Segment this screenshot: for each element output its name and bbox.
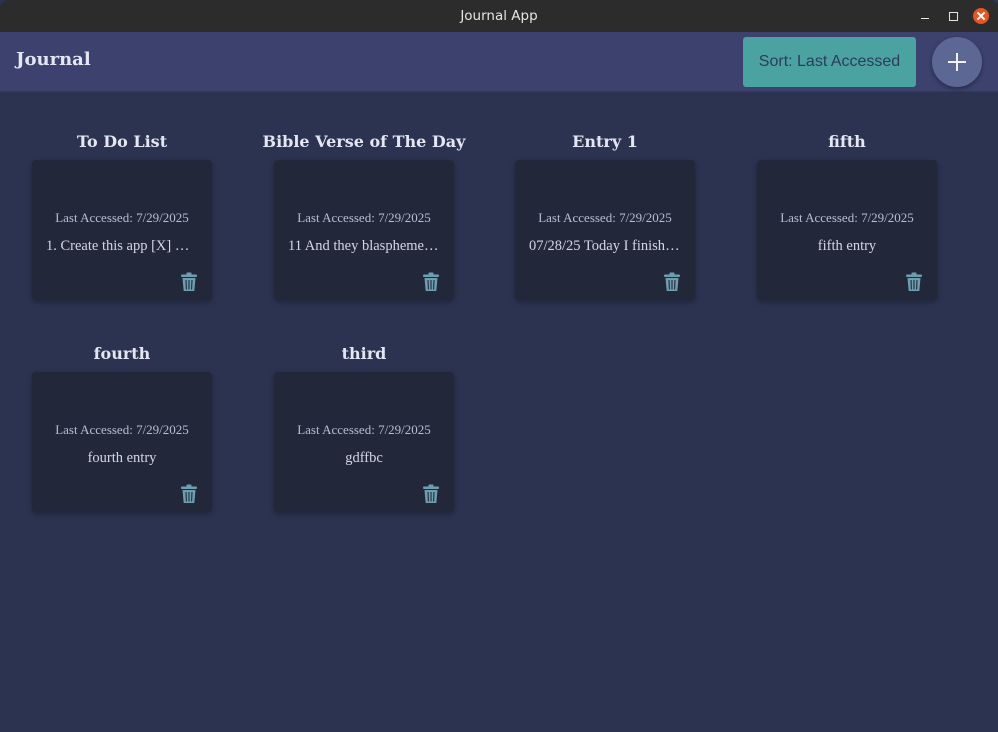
trash-icon[interactable] xyxy=(422,272,440,292)
add-entry-button[interactable] xyxy=(932,37,982,87)
entry-title: fifth xyxy=(828,132,866,151)
minimize-icon xyxy=(921,17,929,20)
entry-card[interactable]: Last Accessed: 7/29/2025 fifth entry xyxy=(757,160,937,300)
entry-preview: 07/28/25 Today I finished the app xyxy=(529,238,681,254)
trash-icon[interactable] xyxy=(663,272,681,292)
window-title: Journal App xyxy=(460,8,538,24)
entry-preview: 11 And they blasphemed the God xyxy=(288,238,440,254)
entry-card[interactable]: Last Accessed: 7/29/2025 11 And they bla… xyxy=(274,160,454,300)
entry-preview: 1. Create this app [X] Make it pretty xyxy=(46,238,198,254)
last-accessed-date: Last Accessed: 7/29/2025 xyxy=(538,210,672,225)
trash-icon[interactable] xyxy=(422,484,440,504)
app-title: Journal xyxy=(16,49,91,70)
entry-card[interactable]: Last Accessed: 7/29/2025 07/28/25 Today … xyxy=(515,160,695,300)
app-header: Journal Sort: Last Accessed xyxy=(0,32,998,92)
close-icon xyxy=(977,12,985,20)
close-window-button[interactable] xyxy=(973,8,989,24)
entry-card[interactable]: Last Accessed: 7/29/2025 gdffbc xyxy=(274,372,454,512)
entry-preview: gdffbc xyxy=(345,450,383,466)
entry-title: third xyxy=(341,344,387,363)
last-accessed-date: Last Accessed: 7/29/2025 xyxy=(780,210,914,225)
window-titlebar: Journal App xyxy=(0,0,998,32)
entry-title: Entry 1 xyxy=(572,132,638,151)
trash-icon[interactable] xyxy=(180,272,198,292)
last-accessed-date: Last Accessed: 7/29/2025 xyxy=(55,422,189,437)
plus-icon xyxy=(948,53,966,71)
trash-icon[interactable] xyxy=(905,272,923,292)
sort-button[interactable]: Sort: Last Accessed xyxy=(743,37,916,87)
entry-title: Bible Verse of The Day xyxy=(262,132,466,151)
entry-card[interactable]: Last Accessed: 7/29/2025 1. Create this … xyxy=(32,160,212,300)
last-accessed-date: Last Accessed: 7/29/2025 xyxy=(297,210,431,225)
entry-title: To Do List xyxy=(76,132,168,151)
last-accessed-date: Last Accessed: 7/29/2025 xyxy=(55,210,189,225)
trash-icon[interactable] xyxy=(180,484,198,504)
entry-card[interactable]: Last Accessed: 7/29/2025 fourth entry xyxy=(32,372,212,512)
minimize-button[interactable] xyxy=(917,8,933,24)
entry-title: fourth xyxy=(93,344,151,363)
last-accessed-date: Last Accessed: 7/29/2025 xyxy=(297,422,431,437)
entry-preview: fourth entry xyxy=(87,450,157,466)
entry-preview: fifth entry xyxy=(817,238,877,254)
maximize-icon xyxy=(948,11,958,21)
maximize-button[interactable] xyxy=(945,8,961,24)
